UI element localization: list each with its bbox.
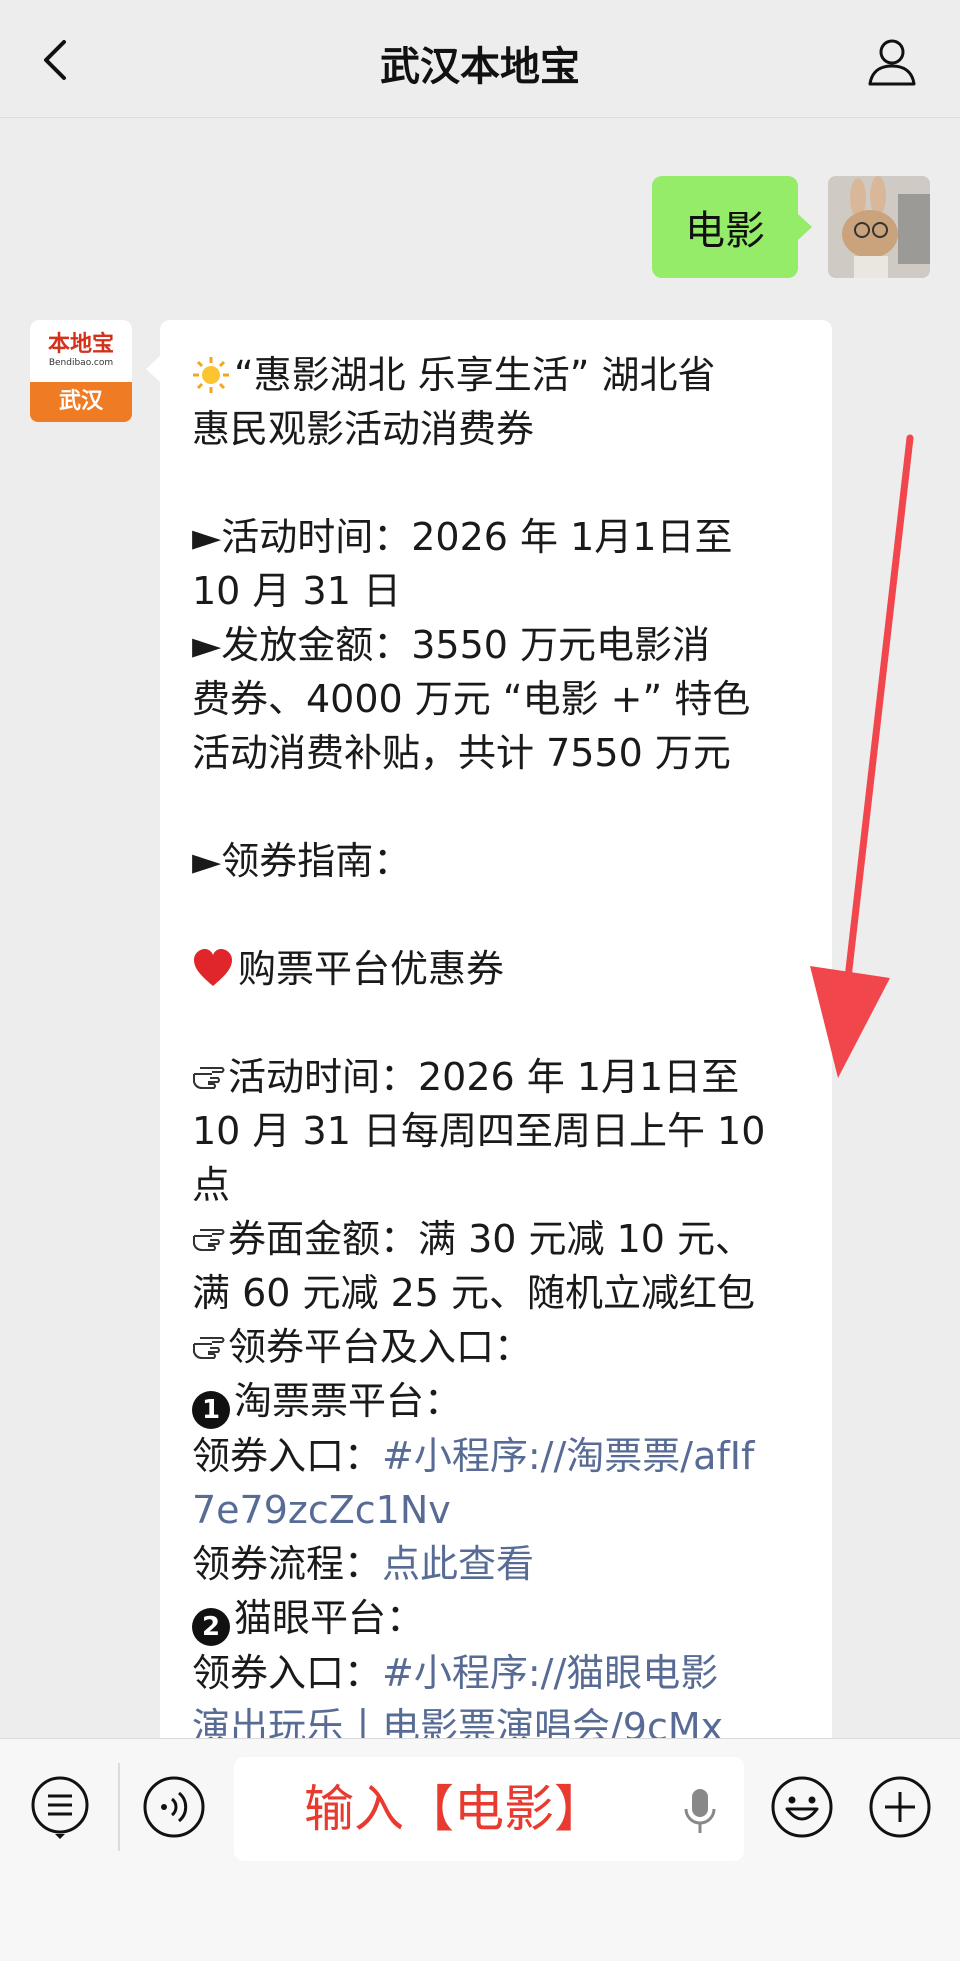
user-profile-icon[interactable] bbox=[866, 36, 918, 88]
message-line: 演出玩乐丨电影票演唱会/9cMx bbox=[192, 1700, 802, 1738]
message-line bbox=[192, 888, 802, 942]
mini-program-link[interactable]: #小程序://淘票票/afIf bbox=[382, 1434, 754, 1478]
red-arrow-annotation bbox=[810, 434, 914, 1078]
input-bar-divider bbox=[118, 1763, 120, 1851]
bot-avatar-logo: 本地宝 Bendibao.com bbox=[30, 320, 132, 382]
entry-label: 领券流程： bbox=[192, 1542, 383, 1586]
message-line bbox=[192, 456, 802, 510]
emoji-icon[interactable] bbox=[770, 1775, 834, 1839]
number-badge-2: 2 bbox=[192, 1608, 230, 1646]
mic-icon[interactable] bbox=[680, 1787, 720, 1835]
message-line: 2 猫眼平台： bbox=[192, 1591, 802, 1646]
mini-program-link[interactable]: 7e79zcZc1Nv bbox=[192, 1488, 451, 1532]
my-message-bubble[interactable]: 电影 bbox=[652, 176, 812, 278]
message-line: 费券、4000 万元 “电影 +” 特色 bbox=[192, 672, 802, 726]
message-line: 购票平台优惠券 bbox=[192, 942, 802, 996]
message-line: 7e79zcZc1Nv bbox=[192, 1483, 802, 1537]
rabbit-avatar-icon bbox=[828, 176, 930, 278]
bot-avatar-brand: 本地宝 bbox=[47, 332, 114, 357]
message-text: ►领券指南： bbox=[192, 839, 412, 883]
nav-bar: 武汉本地宝 bbox=[0, 0, 960, 118]
chat-area[interactable]: 电影 本地宝 Bendibao.com 武汉 “惠影湖北 乐享生活” 湖北省惠民… bbox=[0, 118, 960, 1738]
message-text: 淘票票平台： bbox=[234, 1379, 463, 1423]
bot-message-text: “惠影湖北 乐享生活” 湖北省惠民观影活动消费券 ►活动时间：2026 年 1月1… bbox=[192, 348, 802, 1738]
input-bar: 输入【电影】 bbox=[0, 1738, 960, 1961]
message-line: 点 bbox=[192, 1158, 802, 1212]
message-text: 费券、4000 万元 “电影 +” 特色 bbox=[192, 677, 751, 721]
voice-icon[interactable] bbox=[142, 1775, 206, 1839]
page-title: 武汉本地宝 bbox=[380, 44, 580, 90]
message-line: “惠影湖北 乐享生活” 湖北省 bbox=[192, 348, 802, 402]
bot-message-bubble[interactable]: “惠影湖北 乐享生活” 湖北省惠民观影活动消费券 ►活动时间：2026 年 1月1… bbox=[146, 320, 832, 1738]
message-line bbox=[192, 780, 802, 834]
message-input[interactable]: 输入【电影】 bbox=[234, 1757, 744, 1861]
message-line: 券面金额：满 30 元减 10 元、 bbox=[192, 1212, 802, 1266]
message-line: 惠民观影活动消费券 bbox=[192, 402, 802, 456]
message-text: 购票平台优惠券 bbox=[238, 947, 505, 991]
message-line: 1 淘票票平台： bbox=[192, 1374, 802, 1429]
mini-program-link[interactable]: #小程序://猫眼电影 bbox=[382, 1651, 718, 1695]
message-text: 满 60 元减 25 元、随机立减红包 bbox=[192, 1271, 756, 1315]
my-avatar[interactable] bbox=[828, 176, 930, 278]
message-line: 领券流程：点此查看 bbox=[192, 1537, 802, 1591]
bot-avatar-domain: Bendibao.com bbox=[48, 358, 114, 368]
pointing-hand-icon bbox=[192, 1320, 228, 1374]
bot-avatar-city: 武汉 bbox=[58, 389, 103, 414]
message-text: “惠影湖北 乐享生活” 湖北省 bbox=[234, 353, 716, 397]
message-input-value: 输入【电影】 bbox=[304, 1780, 604, 1838]
heart-icon bbox=[192, 942, 238, 996]
entry-label: 领券入口： bbox=[192, 1651, 383, 1695]
message-line: 活动消费补贴，共计 7550 万元 bbox=[192, 726, 802, 780]
message-text: ►活动时间：2026 年 1月1日至 bbox=[192, 515, 733, 559]
message-text: 10 月 31 日每周四至周日上午 10 bbox=[192, 1109, 766, 1153]
number-badge-1: 1 bbox=[192, 1391, 230, 1429]
message-text: 活动消费补贴，共计 7550 万元 bbox=[192, 731, 731, 775]
message-text: 惠民观影活动消费券 bbox=[192, 407, 535, 451]
message-line: 10 月 31 日 bbox=[192, 564, 802, 618]
message-text: 活动时间：2026 年 1月1日至 bbox=[228, 1055, 740, 1099]
sun-icon bbox=[192, 348, 234, 402]
mini-program-link[interactable]: 点此查看 bbox=[382, 1542, 534, 1586]
message-line: 10 月 31 日每周四至周日上午 10 bbox=[192, 1104, 802, 1158]
pointing-hand-icon bbox=[192, 1050, 228, 1104]
message-line bbox=[192, 996, 802, 1050]
plus-icon[interactable] bbox=[868, 1775, 932, 1839]
message-text: 点 bbox=[192, 1163, 231, 1207]
mini-program-link[interactable]: 演出玩乐丨电影票演唱会/9cMx bbox=[192, 1705, 723, 1738]
message-text: 10 月 31 日 bbox=[192, 569, 401, 613]
message-text: 猫眼平台： bbox=[234, 1596, 425, 1640]
message-line: 满 60 元减 25 元、随机立减红包 bbox=[192, 1266, 802, 1320]
message-line: 领券平台及入口： bbox=[192, 1320, 802, 1374]
message-text: 券面金额：满 30 元减 10 元、 bbox=[228, 1217, 754, 1261]
pointing-hand-icon bbox=[192, 1212, 228, 1266]
message-line: ►活动时间：2026 年 1月1日至 bbox=[192, 510, 802, 564]
message-line: 领券入口：#小程序://猫眼电影 bbox=[192, 1646, 802, 1700]
entry-label: 领券入口： bbox=[192, 1434, 383, 1478]
message-text: ►发放金额：3550 万元电影消 bbox=[192, 623, 711, 667]
menu-icon[interactable] bbox=[28, 1775, 92, 1839]
message-line: 活动时间：2026 年 1月1日至 bbox=[192, 1050, 802, 1104]
message-line: ►领券指南： bbox=[192, 834, 802, 888]
message-line: ►发放金额：3550 万元电影消 bbox=[192, 618, 802, 672]
bot-avatar[interactable]: 本地宝 Bendibao.com 武汉 bbox=[30, 320, 132, 422]
message-text: 领券平台及入口： bbox=[228, 1325, 533, 1369]
message-line: 领券入口：#小程序://淘票票/afIf bbox=[192, 1429, 802, 1483]
